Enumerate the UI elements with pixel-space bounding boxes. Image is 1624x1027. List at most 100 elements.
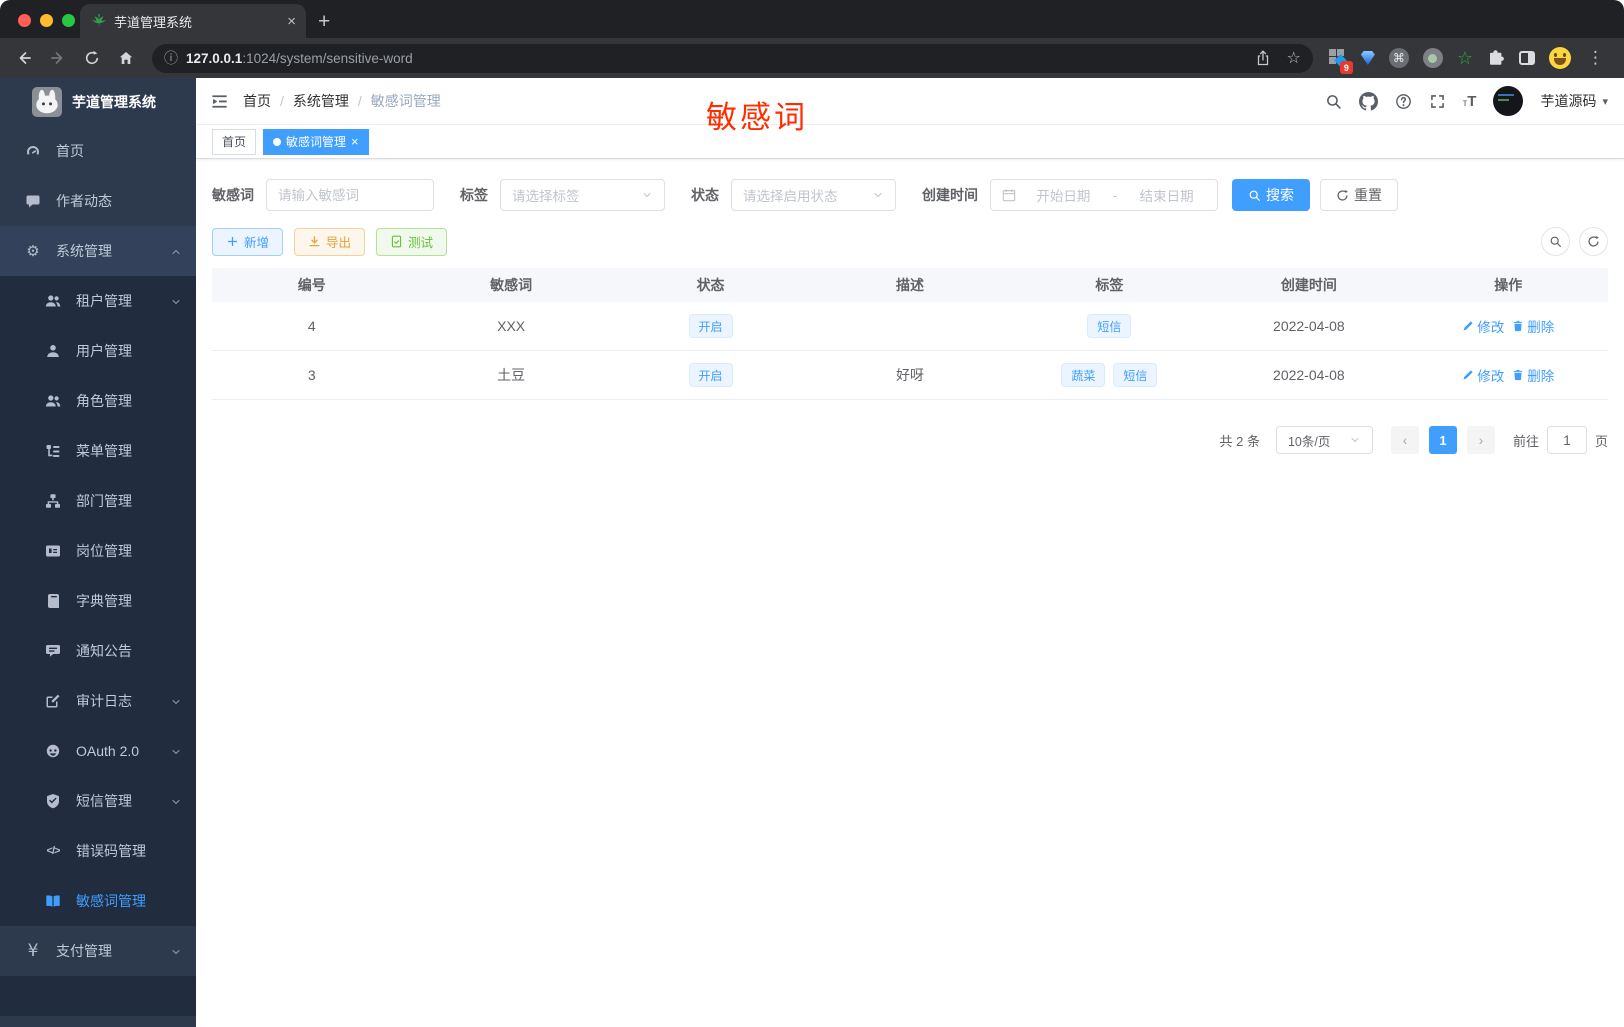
reset-button[interactable]: 重置	[1320, 179, 1398, 211]
user-avatar[interactable]	[1493, 86, 1524, 116]
sidebar-item-dict[interactable]: 字典管理	[0, 576, 196, 626]
close-icon[interactable]: ×	[351, 134, 359, 149]
app-logo[interactable]: 芋道管理系统	[0, 78, 196, 126]
search-icon[interactable]	[1325, 93, 1342, 110]
goto-page-input[interactable]	[1546, 426, 1587, 454]
app-title: 芋道管理系统	[72, 94, 156, 110]
extensions-puzzle-icon[interactable]	[1487, 49, 1505, 67]
trash-icon	[1512, 320, 1524, 332]
extension-star-icon[interactable]: ☆	[1457, 49, 1473, 67]
page-size-select[interactable]: 10条/页	[1275, 426, 1373, 454]
edit-label: 修改	[1477, 369, 1505, 384]
browser-menu-icon[interactable]: ⋮	[1585, 48, 1610, 68]
table-header-row: 编号 敏感词 状态 描述 标签 创建时间 操作	[212, 268, 1608, 302]
sidebar-item-dept[interactable]: 部门管理	[0, 476, 196, 526]
sidebar-item-tenant[interactable]: 租户管理	[0, 276, 196, 326]
export-button[interactable]: 导出	[294, 227, 366, 256]
reload-button[interactable]	[78, 44, 106, 72]
cell-description	[810, 302, 1009, 350]
github-icon[interactable]	[1359, 92, 1378, 111]
sidebar-item-oauth[interactable]: OAuth 2.0	[0, 726, 196, 776]
delete-button[interactable]: 删除	[1512, 365, 1554, 385]
url-text[interactable]: 127.0.0.1:1024/system/sensitive-word	[186, 51, 1247, 66]
sidebar-item-user[interactable]: 用户管理	[0, 326, 196, 376]
sidebar-item-system[interactable]: ⚙ 系统管理	[0, 226, 196, 276]
tag-home[interactable]: 首页	[212, 128, 257, 155]
extension-record-icon[interactable]	[1422, 48, 1443, 68]
sidebar-item-label: 敏感词管理	[76, 893, 146, 909]
keyword-input[interactable]	[266, 179, 434, 211]
page-size-value: 10条/页	[1287, 434, 1331, 449]
cell-word: XXX	[497, 318, 526, 334]
search-button[interactable]: 搜索	[1232, 179, 1310, 211]
sidebar-item-sms[interactable]: 短信管理	[0, 776, 196, 826]
show-search-button[interactable]	[1541, 227, 1570, 256]
bookmark-star-icon[interactable]: ☆	[1287, 48, 1301, 68]
minimize-window-button[interactable]	[40, 14, 53, 27]
dashboard-icon	[24, 143, 42, 159]
status-select[interactable]: 请选择启用状态	[731, 179, 896, 211]
breadcrumb-system[interactable]: 系统管理	[293, 91, 349, 111]
new-tab-button[interactable]: +	[318, 11, 330, 32]
prev-page-button[interactable]: ‹	[1390, 426, 1419, 454]
user-menu[interactable]: 芋道源码 ▾	[1540, 91, 1608, 111]
site-info-icon[interactable]: ⓘ	[164, 48, 178, 68]
sidebar-item-error-code[interactable]: </> 错误码管理	[0, 826, 196, 876]
chevron-down-icon: ▾	[1602, 95, 1608, 108]
breadcrumb-home[interactable]: 首页	[243, 91, 271, 111]
window-controls[interactable]	[18, 14, 75, 27]
chevron-down-icon	[641, 189, 653, 201]
chevron-down-icon	[170, 793, 182, 809]
extension-command-icon[interactable]: ⌘	[1388, 48, 1409, 68]
edit-button[interactable]: 修改	[1462, 365, 1504, 385]
back-button[interactable]	[10, 44, 38, 72]
cell-create-time: 2022-04-08	[1273, 367, 1345, 383]
maximize-window-button[interactable]	[62, 14, 75, 27]
browser-tab[interactable]: 芋道管理系统 ×	[80, 4, 306, 38]
sidebar-item-post[interactable]: 岗位管理	[0, 526, 196, 576]
test-button[interactable]: 测试	[376, 227, 448, 256]
profile-avatar[interactable]	[1549, 47, 1571, 69]
sidebar-item-label: 首页	[56, 143, 84, 159]
side-panel-icon[interactable]	[1519, 51, 1535, 65]
sidebar-item-role[interactable]: 角色管理	[0, 376, 196, 426]
next-page-button[interactable]: ›	[1466, 426, 1495, 454]
sidebar-item-author-news[interactable]: 作者动态	[0, 176, 196, 226]
share-icon[interactable]	[1255, 50, 1271, 66]
logo-avatar	[32, 87, 62, 117]
help-icon[interactable]	[1395, 93, 1412, 110]
sidebar-item-label: 错误码管理	[76, 843, 146, 859]
font-size-icon[interactable]: тT	[1463, 93, 1477, 110]
tab-close-icon[interactable]: ×	[287, 13, 296, 30]
sidebar-item-audit-log[interactable]: 审计日志	[0, 676, 196, 726]
delete-label: 删除	[1527, 369, 1555, 384]
sidebar-item-sensitive-word[interactable]: 敏感词管理	[0, 876, 196, 926]
column-header-word: 敏感词	[490, 277, 533, 293]
delete-button[interactable]: 删除	[1512, 316, 1554, 336]
sidebar-item-notice[interactable]: 通知公告	[0, 626, 196, 676]
tags-view-bar: 首页 敏感词管理 ×	[196, 125, 1624, 159]
extension-grid-icon[interactable]: 9	[1328, 49, 1353, 74]
home-button[interactable]	[112, 44, 140, 72]
tag-sensitive-word[interactable]: 敏感词管理 ×	[263, 128, 369, 155]
collapse-sidebar-icon[interactable]	[210, 92, 229, 111]
chevron-down-icon	[170, 743, 182, 759]
sidebar-item-pay[interactable]: ¥ 支付管理	[0, 926, 196, 976]
address-bar[interactable]: ⓘ 127.0.0.1:1024/system/sensitive-word ☆	[152, 43, 1313, 73]
fullscreen-icon[interactable]	[1429, 93, 1446, 110]
breadcrumb-separator: /	[280, 93, 284, 109]
page-number-button[interactable]: 1	[1428, 426, 1457, 454]
forward-button[interactable]	[44, 44, 72, 72]
add-button[interactable]: 新增	[212, 227, 284, 256]
pencil-icon	[1462, 320, 1474, 332]
column-header-actions: 操作	[1494, 277, 1523, 293]
sidebar-item-home[interactable]: 首页	[0, 126, 196, 176]
refresh-table-button[interactable]	[1579, 227, 1608, 256]
date-range-picker[interactable]: 开始日期 - 结束日期	[990, 179, 1218, 211]
extension-gem-icon[interactable]	[1360, 51, 1375, 65]
sidebar-item-menu[interactable]: 菜单管理	[0, 426, 196, 476]
sidebar-item-label: 用户管理	[76, 343, 132, 359]
tag-select[interactable]: 请选择标签	[500, 179, 665, 211]
edit-button[interactable]: 修改	[1462, 316, 1504, 336]
close-window-button[interactable]	[18, 14, 31, 27]
